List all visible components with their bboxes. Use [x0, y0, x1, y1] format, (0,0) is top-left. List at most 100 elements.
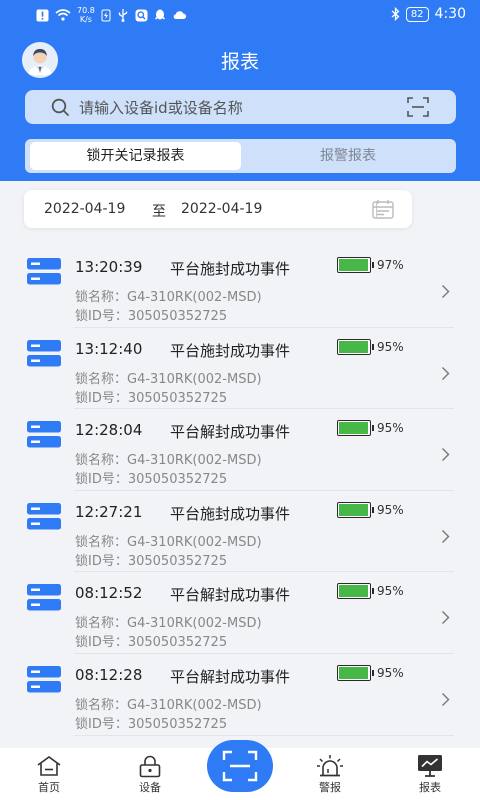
battery-icon: [339, 422, 368, 435]
lock-name: 锁名称：G4-310RK(002-MSD): [75, 697, 262, 713]
nav-home-label: 首页: [38, 781, 60, 794]
status-battery: 82: [405, 6, 429, 22]
siren-icon: [317, 755, 343, 777]
list-item[interactable]: 12:27:21 平台施封成功事件 95% 锁名称：G4-310RK(002-M…: [0, 491, 480, 573]
lock-id: 锁ID号：305050352725: [75, 635, 228, 651]
server-icon: [27, 584, 61, 611]
record-time: 13:12:40: [75, 339, 143, 358]
search-bar[interactable]: [25, 90, 456, 126]
search-app-icon: [135, 9, 148, 21]
chevron-right-icon[interactable]: [441, 610, 450, 625]
record-event: 平台施封成功事件: [170, 504, 291, 523]
server-icon: [27, 258, 61, 285]
tab-bar: 锁开关记录报表 报警报表: [25, 139, 456, 173]
chevron-right-icon[interactable]: [441, 447, 450, 462]
record-time: 13:20:39: [75, 258, 143, 276]
lock-name: 锁名称：G4-310RK(002-MSD): [75, 371, 262, 387]
lock-id: 锁ID号：305050352725: [75, 472, 228, 488]
monitor-chart-icon: [418, 755, 442, 777]
lock-id: 锁ID号：305050352725: [75, 390, 228, 406]
end-date[interactable]: 2022-04-19: [181, 201, 262, 217]
scan-icon: [222, 750, 258, 782]
record-event: 平台解封成功事件: [170, 667, 291, 686]
nav-alarm-label: 警报: [319, 781, 341, 794]
record-time: 08:12:52: [75, 584, 143, 603]
battery-indicator: 95%: [337, 338, 404, 355]
lock-name: 锁名称：G4-310RK(002-MSD): [75, 453, 262, 469]
record-event: 平台解封成功事件: [170, 586, 291, 605]
scan-icon[interactable]: [407, 97, 429, 117]
battery-percent: 95%: [377, 584, 404, 599]
lock-name: 锁名称：G4-310RK(002-MSD): [75, 534, 262, 550]
record-list: 13:20:39 平台施封成功事件 97% 锁名称：G4-310RK(002-M…: [0, 246, 480, 736]
chevron-right-icon[interactable]: [441, 366, 450, 381]
nav-devices[interactable]: 设备: [120, 748, 180, 800]
list-item[interactable]: 13:12:40 平台施封成功事件 95% 锁名称：G4-310RK(002-M…: [0, 328, 480, 410]
divider: [74, 734, 454, 736]
lock-id: 锁ID号：305050352725: [75, 309, 228, 324]
nav-report-label: 报表: [419, 781, 441, 794]
page-title: 报表: [220, 51, 259, 73]
list-item[interactable]: 08:12:52 平台解封成功事件 95% 锁名称：G4-310RK(002-M…: [0, 572, 480, 654]
net-speed: 70.8 K/s: [77, 6, 95, 24]
record-time: 12:28:04: [75, 421, 143, 440]
nav-home[interactable]: 首页: [19, 748, 79, 800]
record-event: 平台解封成功事件: [170, 423, 291, 442]
nav-report[interactable]: 报表: [400, 748, 460, 800]
header: 70.8K/s 82 4:30 报表 锁开关记录报表 报警报表: [0, 0, 480, 181]
record-event: 平台施封成功事件: [170, 260, 291, 278]
lock-name: 锁名称：G4-310RK(002-MSD): [75, 290, 262, 305]
server-icon: [27, 421, 61, 448]
calendar-icon[interactable]: [372, 199, 394, 219]
chevron-right-icon[interactable]: [441, 692, 450, 707]
charge-icon: [101, 9, 111, 22]
alert-icon: [36, 9, 49, 21]
start-date[interactable]: 2022-04-19: [44, 201, 125, 217]
lock-name: 锁名称：G4-310RK(002-MSD): [75, 616, 262, 632]
home-icon: [37, 756, 61, 776]
status-bar: 70.8 K/s 82 4:30: [0, 0, 480, 30]
lock-id: 锁ID号：305050352725: [75, 716, 228, 732]
nav-alarm[interactable]: 警报: [300, 748, 360, 800]
record-event: 平台施封成功事件: [170, 341, 291, 360]
battery-percent: 95%: [377, 502, 404, 517]
cloud-icon: [173, 11, 186, 19]
battery-icon: [339, 666, 368, 679]
scan-button[interactable]: [207, 740, 273, 792]
nav-devices-label: 设备: [139, 781, 161, 794]
server-icon: [27, 665, 61, 693]
search-icon: [51, 98, 69, 116]
battery-percent: 97%: [377, 258, 404, 272]
list-item[interactable]: 12:28:04 平台解封成功事件 95% 锁名称：G4-310RK(002-M…: [0, 409, 480, 491]
battery-indicator: 95%: [337, 501, 404, 518]
status-time: 4:30: [434, 6, 466, 22]
chevron-right-icon[interactable]: [441, 529, 450, 544]
battery-percent: 95%: [377, 421, 404, 436]
record-time: 12:27:21: [75, 502, 143, 521]
tab-alarm-report[interactable]: 报警报表: [245, 142, 451, 170]
battery-percent: 95%: [377, 339, 404, 354]
qq-icon: [154, 9, 165, 20]
date-separator: 至: [152, 204, 166, 220]
record-time: 08:12:28: [75, 665, 143, 684]
battery-indicator: 95%: [337, 583, 404, 600]
battery-icon: [339, 503, 368, 516]
date-range-picker[interactable]: 2022-04-19 至 2022-04-19: [24, 190, 412, 228]
battery-indicator: 95%: [337, 664, 404, 681]
usb-icon: [118, 9, 127, 22]
battery-indicator: 97%: [337, 257, 404, 273]
chevron-right-icon[interactable]: [441, 284, 450, 299]
list-item[interactable]: 08:12:28 平台解封成功事件 95% 锁名称：G4-310RK(002-M…: [0, 654, 480, 736]
list-item[interactable]: 13:20:39 平台施封成功事件 97% 锁名称：G4-310RK(002-M…: [0, 246, 480, 328]
server-icon: [27, 339, 61, 367]
battery-icon: [339, 585, 368, 598]
bluetooth-icon: [391, 7, 400, 21]
lock-id: 锁ID号：305050352725: [75, 553, 228, 569]
tab-lock-records[interactable]: 锁开关记录报表: [30, 142, 241, 170]
server-icon: [27, 502, 61, 530]
search-input[interactable]: [77, 90, 411, 126]
battery-icon: [339, 340, 368, 353]
battery-percent: 95%: [377, 665, 404, 680]
wifi-icon: [55, 9, 71, 21]
battery-icon: [339, 259, 369, 271]
